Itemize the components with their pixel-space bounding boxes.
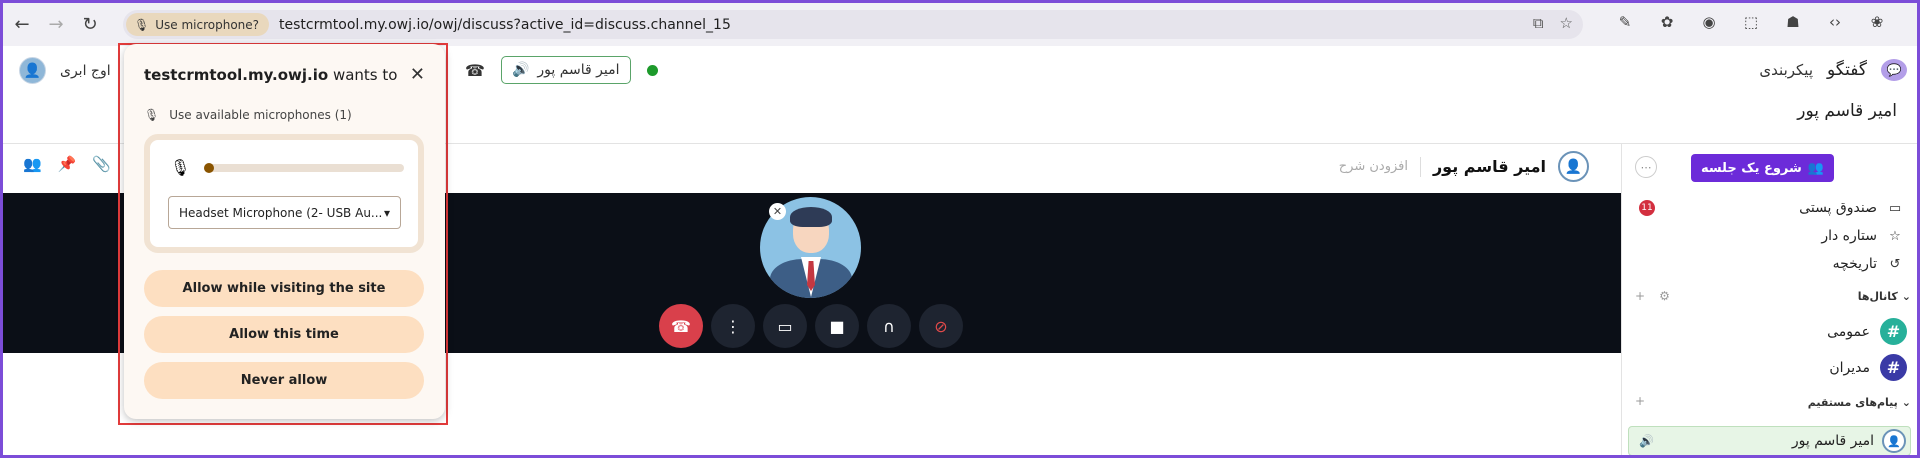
hash-icon: #: [1880, 354, 1907, 381]
sidebar-item-history[interactable]: ↺ تاریخچه: [1833, 256, 1903, 272]
star-icon: ☆: [1889, 228, 1901, 244]
channel-settings-icon[interactable]: ⚙: [1659, 289, 1670, 303]
menu-configuration[interactable]: پیکربندی: [1759, 61, 1813, 79]
allow-while-visiting-button[interactable]: Allow while visiting the site: [144, 270, 424, 307]
mic-panel: 🎙 Headset Microphone (2- USB Au... ▾: [144, 134, 424, 253]
camera-button[interactable]: ■: [815, 304, 859, 348]
group-icon: 👥: [1807, 160, 1824, 176]
chevron-down-icon: ⌄: [1901, 290, 1911, 303]
popup-subtitle: 🎙 Use available microphones (1): [144, 108, 352, 122]
profile-icon[interactable]: ❀: [1867, 13, 1887, 31]
allow-this-time-button[interactable]: Allow this time: [144, 316, 424, 353]
start-meeting-button[interactable]: 👥 شروع یک جلسه: [1690, 154, 1834, 182]
sidebar-item-inbox[interactable]: ▭ صندوق پستی: [1799, 200, 1903, 216]
share-screen-button[interactable]: ▭: [763, 304, 807, 348]
channels-section-header[interactable]: ⌄ کانال‌ها: [1858, 290, 1911, 303]
app-name[interactable]: گفتگو: [1827, 60, 1867, 80]
thread-description-input[interactable]: افزودن شرح: [1339, 159, 1408, 174]
close-icon[interactable]: ✕: [410, 64, 425, 85]
dropdown-arrow-icon: ▾: [383, 205, 390, 220]
eyedropper-icon[interactable]: ✎: [1615, 13, 1635, 31]
bookmark-star-icon[interactable]: ☆: [1560, 14, 1573, 32]
call-controls: ☎ ⋮ ▭ ■ ∩ ⊘: [659, 304, 963, 348]
thread-avatar[interactable]: 👤: [1558, 151, 1589, 182]
inbox-icon: ▭: [1888, 200, 1902, 216]
microphone-icon: 🎙: [134, 17, 150, 32]
never-allow-button[interactable]: Never allow: [144, 362, 424, 399]
mic-level-meter: [204, 162, 405, 173]
mic-level-fill: [204, 162, 215, 173]
sidebar-item-starred[interactable]: ☆ ستاره دار: [1821, 228, 1903, 244]
back-icon[interactable]: ←: [7, 10, 37, 40]
mic-permission-chip[interactable]: 🎙 Use microphone?: [126, 13, 270, 36]
extension-brain-icon[interactable]: ✿: [1657, 13, 1677, 31]
chevron-down-icon: ⌄: [1901, 396, 1911, 409]
more-options-button[interactable]: ⋮: [711, 304, 755, 348]
muted-mic-icon: ✕: [769, 203, 786, 220]
members-icon[interactable]: 👥: [23, 155, 42, 173]
devtools-icon[interactable]: ‹›: [1825, 13, 1845, 31]
microphone-select[interactable]: Headset Microphone (2- USB Au... ▾: [168, 196, 401, 229]
company-name[interactable]: اوج ابری: [60, 63, 111, 79]
extension-disk-icon[interactable]: ◉: [1699, 13, 1719, 31]
speaking-icon: 🔊: [511, 62, 530, 78]
page-title: امیر قاسم پور: [1797, 101, 1897, 121]
incognito-icon[interactable]: ☗: [1783, 13, 1803, 31]
thread-name[interactable]: امیر قاسم پور: [1433, 157, 1546, 176]
user-avatar[interactable]: 👤: [19, 57, 46, 84]
extensions-puzzle-icon[interactable]: ⬚: [1741, 13, 1761, 31]
forward-icon[interactable]: →: [41, 10, 71, 40]
microphone-icon: 🎙: [144, 108, 160, 122]
speaker-icon: 🔊: [1639, 434, 1654, 448]
direct-messages-section-header[interactable]: ⌄ پیام‌های مستقیم: [1808, 396, 1911, 409]
hangup-button[interactable]: ☎: [659, 304, 703, 348]
attachment-icon[interactable]: 📎: [92, 155, 111, 173]
online-status-dot: [646, 64, 658, 76]
microphone-icon: 🎙: [170, 158, 191, 177]
pin-icon[interactable]: 📌: [58, 155, 77, 173]
reload-icon[interactable]: ↻: [75, 10, 105, 40]
more-options-icon[interactable]: ⋯: [1635, 156, 1657, 178]
sidebar: 👥 شروع یک جلسه ⋯ ▭ صندوق پستی 11 ☆ ستاره…: [1621, 144, 1917, 455]
headphones-button[interactable]: ∩: [867, 304, 911, 348]
popup-title: testcrmtool.my.owj.io wants to: [144, 66, 398, 84]
mic-permission-popup: testcrmtool.my.owj.io wants to ✕ 🎙 Use a…: [124, 44, 445, 419]
add-dm-icon[interactable]: +: [1635, 394, 1645, 408]
add-channel-icon[interactable]: +: [1635, 289, 1645, 303]
divider: [1419, 156, 1421, 177]
phone-icon[interactable]: ☎: [465, 61, 485, 80]
mute-mic-button[interactable]: ⊘: [919, 304, 963, 348]
browser-window: ← → ↻ 🎙 Use microphone? testcrmtool.my.o…: [3, 3, 1917, 455]
address-bar[interactable]: 🎙 Use microphone? testcrmtool.my.owj.io/…: [123, 10, 1583, 39]
channel-item-general[interactable]: # عمومی: [1827, 318, 1907, 345]
history-icon: ↺: [1889, 256, 1901, 272]
discuss-logo-icon[interactable]: 💬: [1881, 59, 1907, 81]
call-participant-chip[interactable]: امیر قاسم پور 🔊: [500, 56, 631, 84]
browser-toolbar: ← → ↻ 🎙 Use microphone? testcrmtool.my.o…: [3, 3, 1917, 46]
inbox-count-badge: 11: [1639, 200, 1655, 216]
hash-icon: #: [1880, 318, 1907, 345]
dm-avatar: 👤: [1882, 429, 1906, 453]
channel-item-managers[interactable]: # مدیران: [1829, 354, 1907, 381]
thread-header: 👤 امیر قاسم پور افزودن شرح: [1339, 151, 1589, 182]
install-app-icon[interactable]: ⧉: [1533, 14, 1544, 32]
url-text[interactable]: testcrmtool.my.owj.io/owj/discuss?active…: [279, 17, 731, 33]
dm-item[interactable]: 👤 امیر قاسم پور 🔊: [1628, 426, 1911, 455]
